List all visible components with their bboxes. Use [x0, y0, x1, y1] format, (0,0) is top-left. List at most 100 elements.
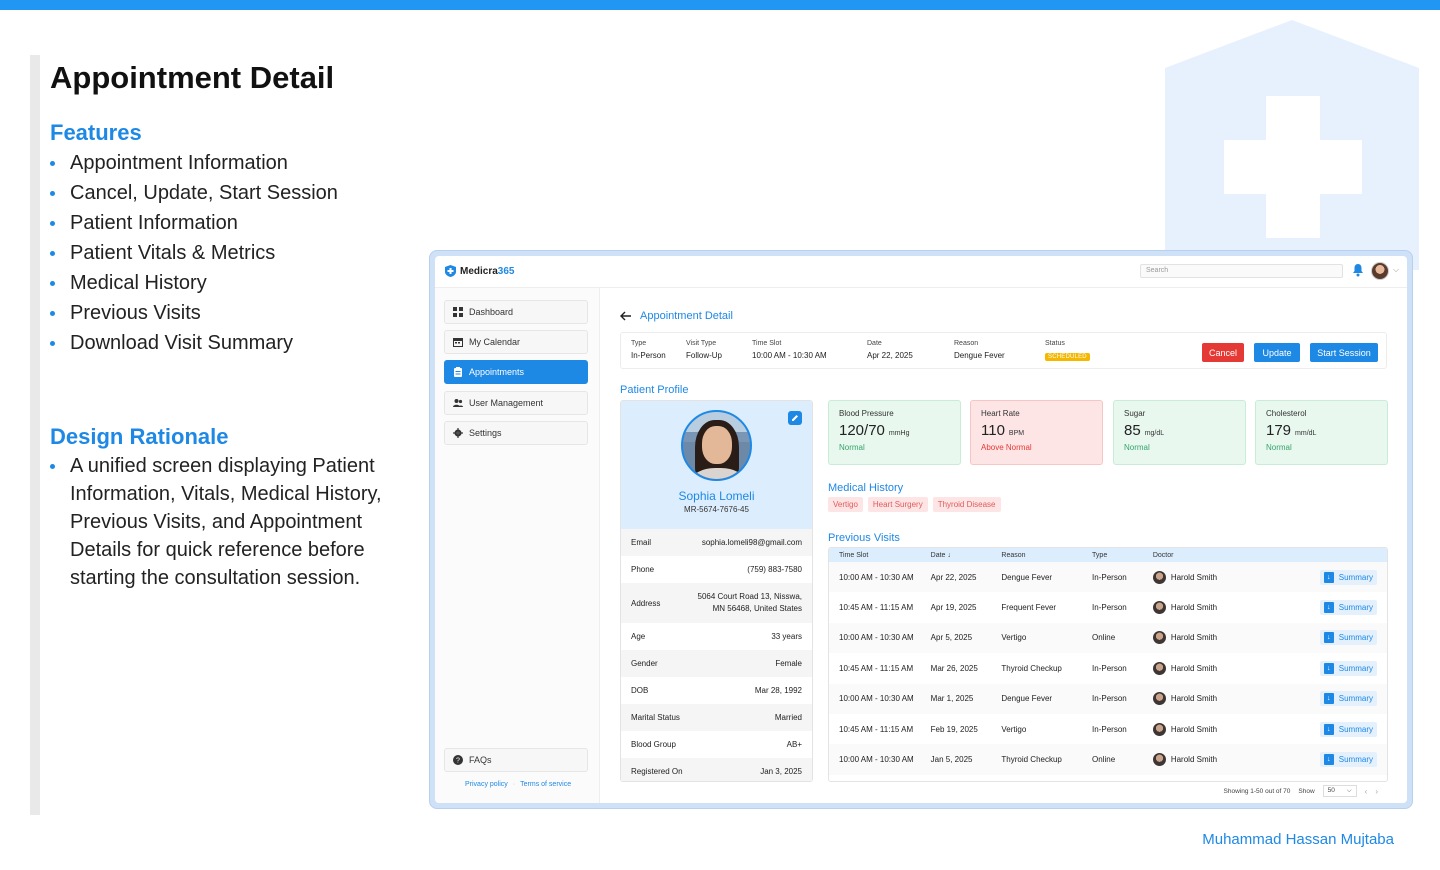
vital-value: 179 — [1266, 422, 1291, 439]
cell-type: In-Person — [1092, 573, 1153, 582]
detail-row-address: Address5064 Court Road 13, Nisswa, MN 56… — [621, 583, 812, 623]
summary-button[interactable]: ↓Summary — [1320, 752, 1377, 767]
history-tag: Vertigo — [828, 497, 863, 512]
vital-value: 85 — [1124, 422, 1141, 439]
summary-button[interactable]: ↓Summary — [1320, 570, 1377, 585]
user-avatar[interactable] — [1371, 262, 1389, 280]
sidebar-item-calendar[interactable]: My Calendar — [444, 330, 588, 354]
cancel-button[interactable]: Cancel — [1202, 343, 1244, 362]
column-header-doctor: Doctor — [1153, 552, 1292, 559]
bell-icon[interactable] — [1352, 263, 1364, 277]
column-header-reason: Reason — [1001, 552, 1092, 559]
cell-action: ↓Summary — [1292, 600, 1387, 615]
summary-button[interactable]: ↓Summary — [1320, 722, 1377, 737]
doctor-name: Harold Smith — [1171, 603, 1217, 612]
table-row: 10:45 AM - 11:15 AMMar 26, 2025Thyroid C… — [829, 653, 1387, 683]
gear-icon — [453, 428, 463, 438]
sidebar-item-label: My Calendar — [469, 337, 520, 347]
medical-history-tags: Vertigo Heart Surgery Thyroid Disease — [828, 497, 1001, 512]
cell-action: ↓Summary — [1292, 752, 1387, 767]
page-header: Appointment Detail — [620, 310, 733, 322]
download-icon: ↓ — [1324, 632, 1334, 643]
rationale-text: A unified screen displaying Patient Info… — [50, 452, 420, 592]
shield-cross-icon — [1165, 20, 1420, 270]
left-divider — [30, 55, 40, 815]
grid-icon — [453, 307, 463, 317]
sidebar-footer-links: Privacy policy · Terms of service — [465, 781, 571, 788]
sidebar-item-dashboard[interactable]: Dashboard — [444, 300, 588, 324]
privacy-link[interactable]: Privacy policy — [465, 781, 508, 788]
doctor-avatar — [1153, 753, 1166, 766]
detail-value: AB+ — [787, 740, 802, 749]
summary-label: Summary — [1339, 664, 1373, 673]
cell-action: ↓Summary — [1292, 691, 1387, 706]
column-header-type: Type — [1092, 552, 1153, 559]
terms-link[interactable]: Terms of service — [520, 781, 571, 788]
arrow-left-icon[interactable] — [620, 311, 632, 321]
app-window: Medicra365 Search ⌵ Dashboard My Calenda… — [435, 256, 1407, 803]
previous-visits-table: Time Slot Date ↓ Reason Type Doctor 10:0… — [828, 547, 1388, 782]
vital-card-sugar: Sugar 85mg/dL Normal — [1113, 400, 1246, 465]
svg-text:?: ? — [456, 758, 460, 765]
sidebar-item-faqs[interactable]: ? FAQs — [444, 748, 588, 772]
table-header: Time Slot Date ↓ Reason Type Doctor — [829, 548, 1387, 562]
update-button[interactable]: Update — [1254, 343, 1300, 362]
summary-button[interactable]: ↓Summary — [1320, 630, 1377, 645]
cell-date: Mar 26, 2025 — [931, 664, 1002, 673]
main-content: Appointment Detail Type In-Person Visit T… — [610, 288, 1407, 803]
detail-label: DOB — [631, 686, 648, 695]
logo-text: Medicra — [460, 266, 498, 277]
time-slot-field: Time Slot10:00 AM - 10:30 AM — [752, 340, 827, 360]
cell-reason: Thyroid Checkup — [1001, 664, 1092, 673]
page-title: Appointment Detail — [50, 60, 334, 96]
detail-value: Female — [775, 659, 802, 668]
sidebar-item-settings[interactable]: Settings — [444, 421, 588, 445]
vital-card-cholesterol: Cholesterol 179mm/dL Normal — [1255, 400, 1388, 465]
feature-item: Previous Visits — [50, 298, 338, 328]
cell-type: In-Person — [1092, 603, 1153, 612]
vital-unit: BPM — [1009, 430, 1024, 437]
sidebar-item-appointments[interactable]: Appointments — [444, 360, 588, 384]
vital-unit: mm/dL — [1295, 430, 1316, 437]
sidebar-item-label: Settings — [469, 428, 502, 438]
sidebar-item-label: Appointments — [469, 367, 524, 377]
sidebar-item-user-management[interactable]: User Management — [444, 391, 588, 415]
cell-date: Jan 5, 2025 — [931, 755, 1002, 764]
summary-button[interactable]: ↓ Summary — [1320, 661, 1377, 676]
edit-profile-button[interactable] — [788, 411, 802, 425]
download-icon: ↓ — [1324, 663, 1334, 674]
search-input[interactable]: Search — [1140, 264, 1343, 278]
summary-button[interactable]: ↓Summary — [1320, 691, 1377, 706]
vital-unit: mmHg — [889, 430, 910, 437]
cell-doctor: Harold Smith — [1153, 631, 1292, 644]
cell-type: In-Person — [1092, 694, 1153, 703]
start-session-button[interactable]: Start Session — [1310, 343, 1378, 362]
detail-value: 5064 Court Road 13, Nisswa, MN 56468, Un… — [687, 591, 802, 615]
prev-page-icon[interactable]: ‹ — [1365, 787, 1368, 796]
summary-button[interactable]: ↓Summary — [1320, 600, 1377, 615]
rationale-block: A unified screen displaying Patient Info… — [50, 452, 420, 592]
vital-value: 120/70 — [839, 422, 885, 439]
feature-item: Cancel, Update, Start Session — [50, 178, 338, 208]
vital-status: Normal — [839, 443, 950, 452]
photo-face — [702, 426, 732, 464]
column-header-date[interactable]: Date ↓ — [931, 552, 1002, 559]
cell-date: Apr 5, 2025 — [931, 633, 1002, 642]
patient-profile-title: Patient Profile — [620, 384, 688, 396]
doctor-avatar — [1153, 631, 1166, 644]
cell-doctor: Harold Smith — [1153, 571, 1292, 584]
history-tag: Heart Surgery — [868, 497, 928, 512]
cell-slot: 10:00 AM - 10:30 AM — [829, 633, 931, 642]
detail-value: Mar 28, 1992 — [755, 686, 802, 695]
chevron-down-icon[interactable]: ⌵ — [1393, 265, 1399, 275]
visit-type-field: Visit TypeFollow-Up — [686, 340, 722, 360]
app-logo[interactable]: Medicra365 — [445, 265, 514, 277]
next-page-icon[interactable]: › — [1375, 787, 1378, 796]
vital-value: 110 — [981, 422, 1005, 439]
page-size-select[interactable]: 50⌵ — [1323, 785, 1357, 797]
cell-reason: Vertigo — [1001, 633, 1092, 642]
cell-reason: Dengue Fever — [1001, 573, 1092, 582]
vital-unit: mg/dL — [1145, 430, 1164, 437]
cell-doctor: Harold Smith — [1153, 601, 1292, 614]
cell-date: Apr 19, 2025 — [931, 603, 1002, 612]
